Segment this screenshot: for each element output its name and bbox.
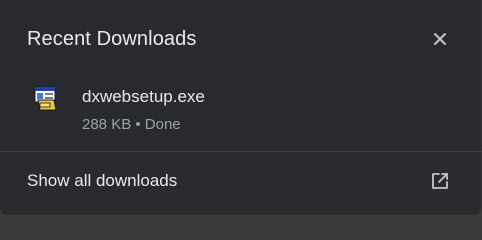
show-all-downloads-label: Show all downloads xyxy=(27,171,178,190)
download-item[interactable]: dxwebsetup.exe 288 KB • Done xyxy=(0,76,482,146)
open-in-new-icon xyxy=(430,171,450,191)
close-button[interactable] xyxy=(426,25,454,53)
show-all-downloads-button[interactable]: Show all downloads xyxy=(0,160,482,202)
download-file-name: dxwebsetup.exe xyxy=(82,87,205,106)
divider xyxy=(0,151,482,152)
downloads-bubble: Recent Downloads dxwebsetup.exe 288 KB •… xyxy=(0,0,482,215)
panel-title: Recent Downloads xyxy=(27,28,197,50)
panel-bottom-edge xyxy=(0,215,482,219)
close-icon xyxy=(434,33,446,45)
download-status-text: 288 KB • Done xyxy=(82,116,181,133)
installer-file-icon xyxy=(34,86,58,112)
